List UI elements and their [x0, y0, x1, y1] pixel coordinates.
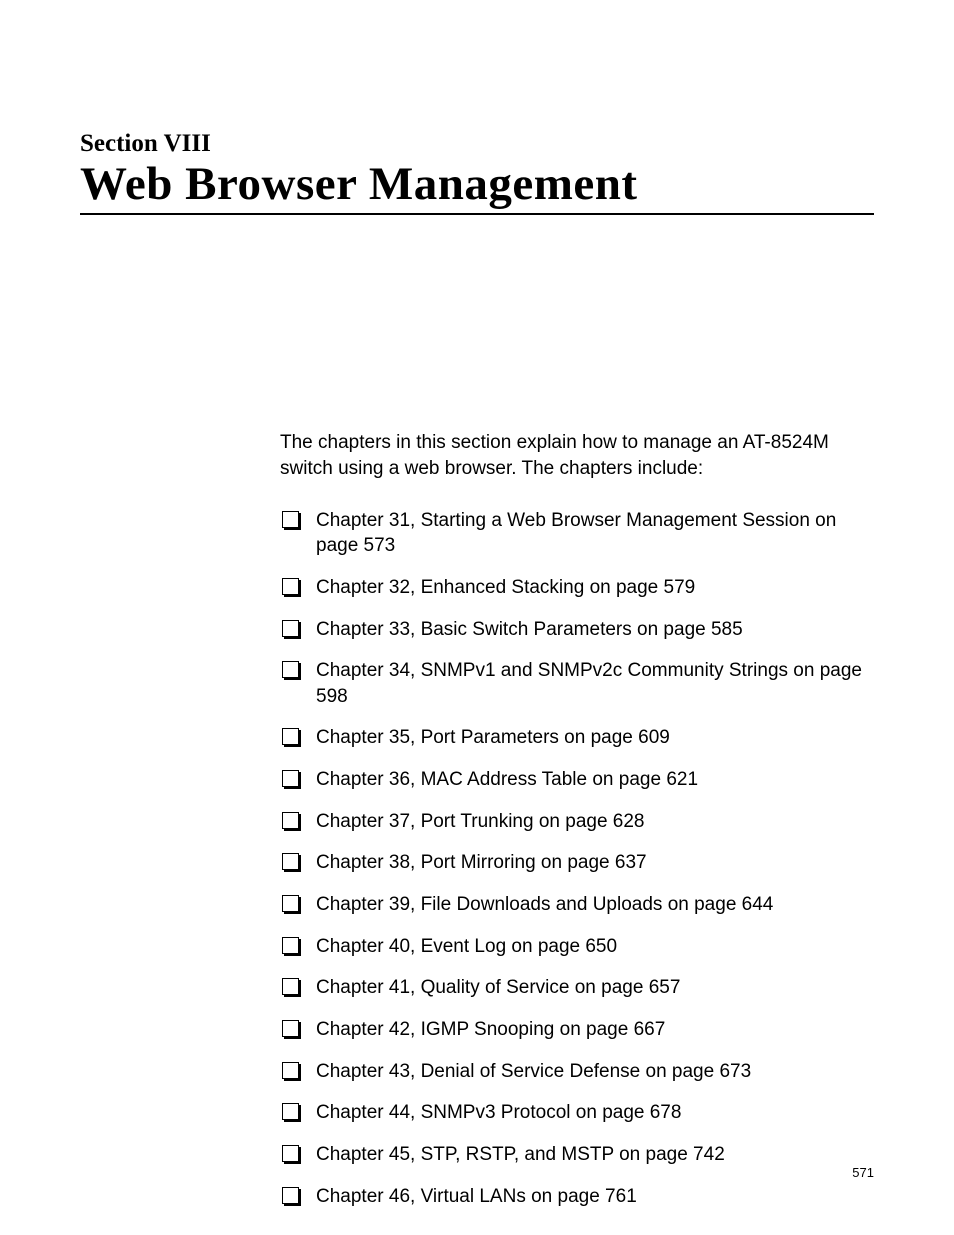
document-page: Section VIII Web Browser Management The …	[0, 0, 954, 1235]
list-item-text: Chapter 34, SNMPv1 and SNMPv2c Community…	[316, 660, 862, 707]
list-item: Chapter 31, Starting a Web Browser Manag…	[280, 508, 874, 559]
list-item-text: Chapter 45, STP, RSTP, and MSTP on page …	[316, 1144, 725, 1165]
list-item: Chapter 38, Port Mirroring on page 637	[280, 850, 874, 876]
list-item-text: Chapter 43, Denial of Service Defense on…	[316, 1061, 751, 1082]
list-item: Chapter 42, IGMP Snooping on page 667	[280, 1017, 874, 1043]
checkbox-bullet-icon	[282, 661, 299, 678]
list-item: Chapter 33, Basic Switch Parameters on p…	[280, 617, 874, 643]
checkbox-bullet-icon	[282, 1145, 299, 1162]
checkbox-bullet-icon	[282, 728, 299, 745]
checkbox-bullet-icon	[282, 895, 299, 912]
list-item: Chapter 36, MAC Address Table on page 62…	[280, 767, 874, 793]
list-item-text: Chapter 44, SNMPv3 Protocol on page 678	[316, 1102, 681, 1123]
intro-paragraph: The chapters in this section explain how…	[280, 430, 874, 481]
section-label: Section VIII	[80, 130, 874, 158]
list-item: Chapter 43, Denial of Service Defense on…	[280, 1059, 874, 1085]
list-item: Chapter 34, SNMPv1 and SNMPv2c Community…	[280, 658, 874, 709]
body-content: The chapters in this section explain how…	[280, 430, 874, 1209]
list-item-text: Chapter 35, Port Parameters on page 609	[316, 727, 670, 748]
checkbox-bullet-icon	[282, 1187, 299, 1204]
list-item-text: Chapter 38, Port Mirroring on page 637	[316, 852, 647, 873]
checkbox-bullet-icon	[282, 937, 299, 954]
list-item: Chapter 39, File Downloads and Uploads o…	[280, 892, 874, 918]
list-item: Chapter 44, SNMPv3 Protocol on page 678	[280, 1100, 874, 1126]
list-item: Chapter 41, Quality of Service on page 6…	[280, 975, 874, 1001]
list-item-text: Chapter 37, Port Trunking on page 628	[316, 811, 645, 832]
checkbox-bullet-icon	[282, 812, 299, 829]
list-item-text: Chapter 39, File Downloads and Uploads o…	[316, 894, 773, 915]
list-item-text: Chapter 40, Event Log on page 650	[316, 936, 617, 957]
list-item-text: Chapter 41, Quality of Service on page 6…	[316, 977, 680, 998]
checkbox-bullet-icon	[282, 1103, 299, 1120]
list-item: Chapter 37, Port Trunking on page 628	[280, 809, 874, 835]
page-title: Web Browser Management	[80, 160, 874, 215]
list-item-text: Chapter 31, Starting a Web Browser Manag…	[316, 510, 836, 557]
list-item-text: Chapter 36, MAC Address Table on page 62…	[316, 769, 698, 790]
list-item-text: Chapter 42, IGMP Snooping on page 667	[316, 1019, 665, 1040]
list-item: Chapter 40, Event Log on page 650	[280, 934, 874, 960]
checkbox-bullet-icon	[282, 978, 299, 995]
list-item: Chapter 46, Virtual LANs on page 761	[280, 1184, 874, 1210]
checkbox-bullet-icon	[282, 578, 299, 595]
checkbox-bullet-icon	[282, 511, 299, 528]
chapter-list: Chapter 31, Starting a Web Browser Manag…	[280, 508, 874, 1210]
checkbox-bullet-icon	[282, 770, 299, 787]
list-item-text: Chapter 46, Virtual LANs on page 761	[316, 1186, 637, 1207]
checkbox-bullet-icon	[282, 1062, 299, 1079]
checkbox-bullet-icon	[282, 1020, 299, 1037]
list-item-text: Chapter 33, Basic Switch Parameters on p…	[316, 619, 743, 640]
list-item-text: Chapter 32, Enhanced Stacking on page 57…	[316, 577, 695, 598]
list-item: Chapter 32, Enhanced Stacking on page 57…	[280, 575, 874, 601]
checkbox-bullet-icon	[282, 620, 299, 637]
page-number: 571	[852, 1165, 874, 1180]
list-item: Chapter 45, STP, RSTP, and MSTP on page …	[280, 1142, 874, 1168]
list-item: Chapter 35, Port Parameters on page 609	[280, 725, 874, 751]
checkbox-bullet-icon	[282, 853, 299, 870]
